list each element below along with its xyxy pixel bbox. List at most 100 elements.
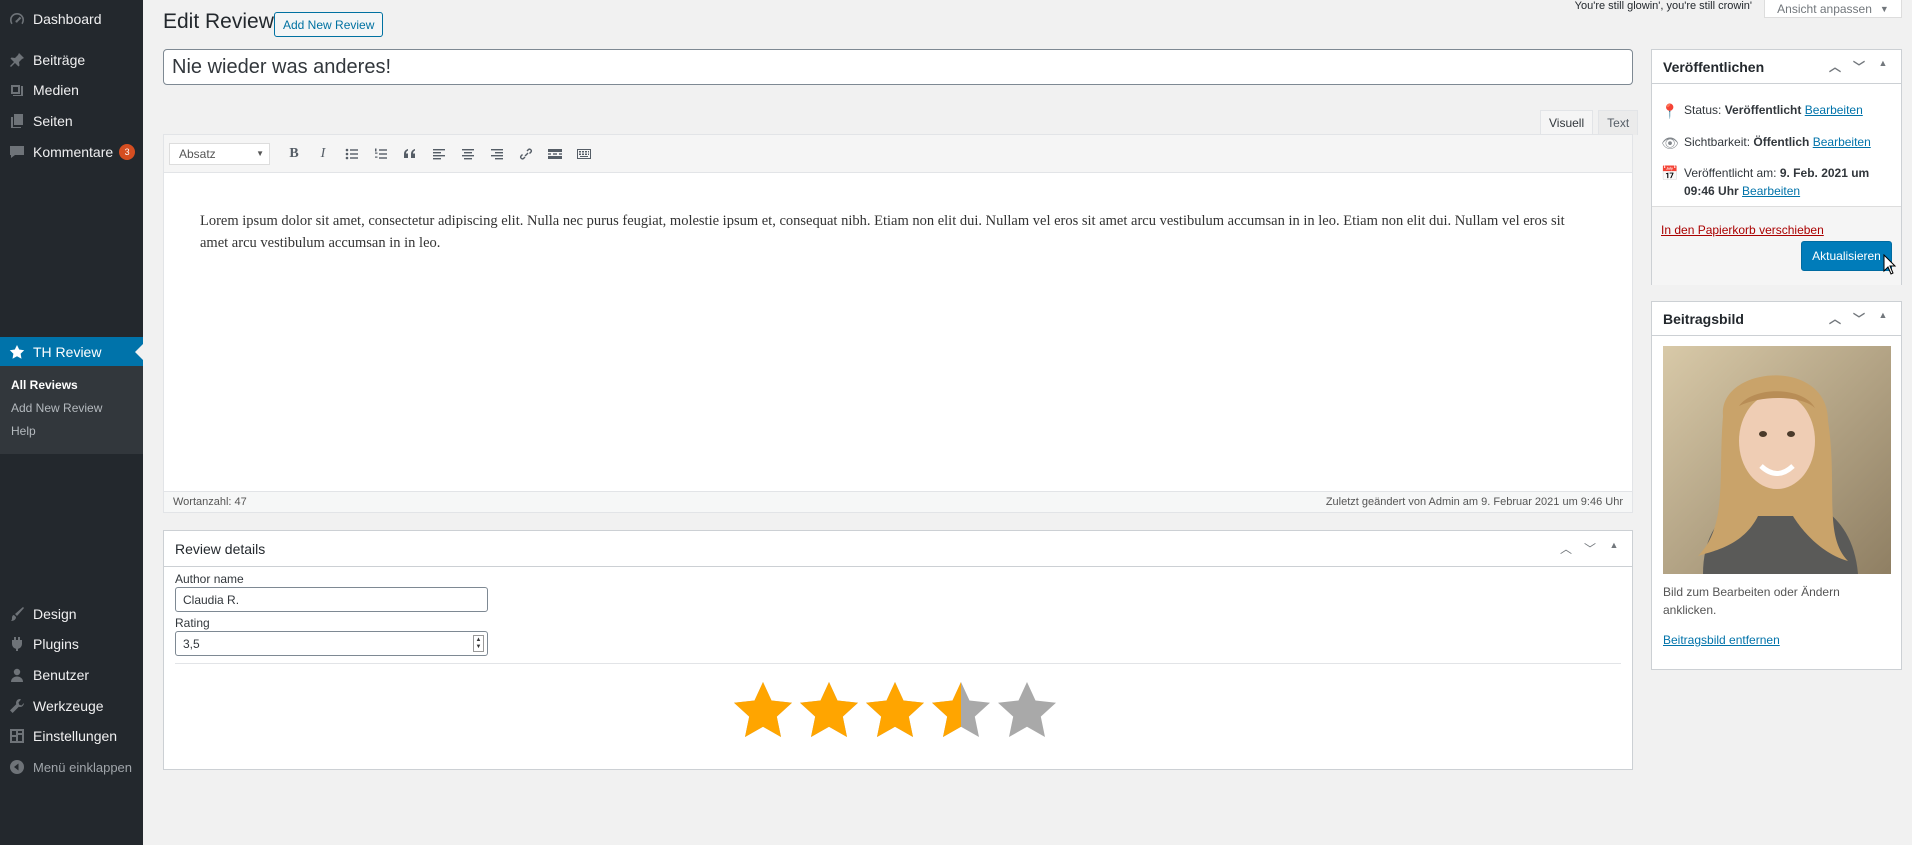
caret-down-icon: ▼ [256,149,264,158]
number-spinner-icon[interactable]: ▲ ▼ [473,635,484,652]
edit-date-link[interactable]: Bearbeiten [1742,184,1800,198]
menu-label: Beiträge [33,52,86,68]
status-row: 📍 Status: Veröffentlicht Bearbeiten [1652,103,1901,120]
link-icon[interactable] [515,143,537,165]
collapse-toggle-icon[interactable]: ▲ [1876,310,1890,327]
mouse-cursor-icon [1883,254,1897,275]
read-more-icon[interactable] [544,143,566,165]
review-details-title: Review details [175,540,266,557]
content-editor: Absatz ▼ B I Lorem ipsum dolor sit amet,… [163,134,1633,513]
bold-icon[interactable]: B [283,143,305,165]
screen-options-button[interactable]: Ansicht anpassen ▼ [1764,0,1902,18]
post-title-input[interactable]: Nie wieder was anderes! [163,49,1633,85]
comment-count-badge: 3 [119,144,136,160]
rating-input[interactable]: 3,5 ▲ ▼ [175,631,488,656]
update-button[interactable]: Aktualisieren [1801,241,1892,271]
menu-beitraege[interactable]: Beiträge [0,45,143,75]
status-text: Status: Veröffentlicht Bearbeiten [1684,103,1863,117]
hello-dolly-text: You're still glowin', you're still crowi… [1574,0,1752,12]
menu-label: Dashboard [33,11,102,27]
menu-collapse[interactable]: Menü einklappen [0,752,143,782]
rating-star-icon [734,682,792,737]
page-title: Edit Review [163,10,274,33]
brush-icon [9,606,25,622]
blockquote-icon[interactable] [399,143,421,165]
chevron-up-icon[interactable]: ︿ [1559,540,1573,557]
featured-image-box: Beitragsbild ︿ ﹀ ▲ Bild zum Bearbeiten o… [1651,301,1902,670]
add-new-review-button[interactable]: Add New Review [274,12,384,37]
published-date-row: 📅 Veröffentlicht am: 9. Feb. 2021 um 09:… [1652,164,1901,200]
chevron-up-icon[interactable]: ︿ [1828,310,1842,327]
rating-label: Rating [175,616,210,630]
divider [175,663,1621,664]
menu-seiten[interactable]: Seiten [0,106,143,136]
pin-icon: 📍 [1661,103,1679,119]
menu-plugins[interactable]: Plugins [0,629,143,659]
tab-text[interactable]: Text [1598,110,1639,135]
menu-label: Werkzeuge [33,698,104,714]
menu-label: Seiten [33,113,73,129]
editor-toolbar: Absatz ▼ B I [164,135,1632,173]
chevron-up-icon[interactable]: ︿ [1828,58,1842,75]
plugin-icon [9,636,25,652]
menu-label: Benutzer [33,667,90,683]
screen-options-label: Ansicht anpassen [1777,1,1872,16]
menu-label: Plugins [33,636,79,652]
menu-einstellungen[interactable]: Einstellungen [0,721,143,751]
move-to-trash-link[interactable]: In den Papierkorb verschieben [1661,223,1824,237]
status-label: Status: [1684,103,1722,117]
rating-star-icon [800,682,858,737]
author-name-input[interactable]: Claudia R. [175,587,488,612]
featured-image-thumbnail[interactable] [1663,346,1891,574]
author-name-label: Author name [175,572,244,586]
align-center-icon[interactable] [457,143,479,165]
editor-tabs: Visuell Text [1540,110,1639,135]
menu-label: TH Review [33,344,102,360]
rating-input-value: 3,5 [183,636,200,651]
featured-image-header: Beitragsbild ︿ ﹀ ▲ [1652,302,1901,336]
collapse-toggle-icon[interactable]: ▲ [1607,540,1621,557]
menu-dashboard[interactable]: Dashboard [0,4,143,34]
review-details-box: Review details ︿ ﹀ ▲ Author name Claudia… [163,530,1633,770]
toolbar-toggle-icon[interactable] [573,143,595,165]
published-label: Veröffentlicht am: [1684,166,1777,180]
box-controls: ︿ ﹀ ▲ [1828,310,1890,327]
align-left-icon[interactable] [428,143,450,165]
menu-benutzer[interactable]: Benutzer [0,660,143,690]
visibility-text: Sichtbarkeit: Öffentlich Bearbeiten [1684,135,1871,149]
collapse-toggle-icon[interactable]: ▲ [1876,58,1890,75]
menu-werkzeuge[interactable]: Werkzeuge [0,691,143,721]
visibility-label: Sichtbarkeit: [1684,135,1751,149]
menu-design[interactable]: Design [0,599,143,629]
chevron-down-icon[interactable]: ﹀ [1583,540,1597,557]
menu-th-review[interactable]: TH Review [0,337,143,367]
comments-icon [9,144,25,160]
submenu-add-new-review[interactable]: Add New Review [0,397,143,420]
bullet-list-icon[interactable] [341,143,363,165]
format-select[interactable]: Absatz ▼ [169,142,270,165]
menu-label: Einstellungen [33,728,118,744]
submenu-all-reviews[interactable]: All Reviews [0,374,143,397]
publish-box: Veröffentlichen ︿ ﹀ ▲ 📍 Status: Veröffen… [1651,49,1902,285]
dashboard-icon [9,11,25,27]
menu-kommentare[interactable]: Kommentare 3 [0,137,143,167]
tab-visual[interactable]: Visuell [1540,110,1594,135]
submenu-help[interactable]: Help [0,420,143,443]
collapse-icon [9,759,25,775]
visibility-row: 👁 Sichtbarkeit: Öffentlich Bearbeiten [1652,135,1901,152]
align-right-icon[interactable] [486,143,508,165]
edit-status-link[interactable]: Bearbeiten [1805,103,1863,117]
menu-label: Menü einklappen [33,759,133,775]
menu-medien[interactable]: Medien [0,75,143,105]
editor-content[interactable]: Lorem ipsum dolor sit amet, consectetur … [164,173,1632,254]
th-review-submenu: All Reviews Add New Review Help [0,366,143,454]
rating-star-icon [998,682,1056,737]
numbered-list-icon[interactable] [370,143,392,165]
chevron-down-icon[interactable]: ﹀ [1852,58,1866,75]
remove-featured-image-link[interactable]: Beitragsbild entfernen [1663,633,1780,647]
settings-icon [9,728,25,744]
chevron-down-icon[interactable]: ﹀ [1852,310,1866,327]
menu-label: Kommentare [33,144,114,160]
edit-visibility-link[interactable]: Bearbeiten [1813,135,1871,149]
italic-icon[interactable]: I [312,143,334,165]
